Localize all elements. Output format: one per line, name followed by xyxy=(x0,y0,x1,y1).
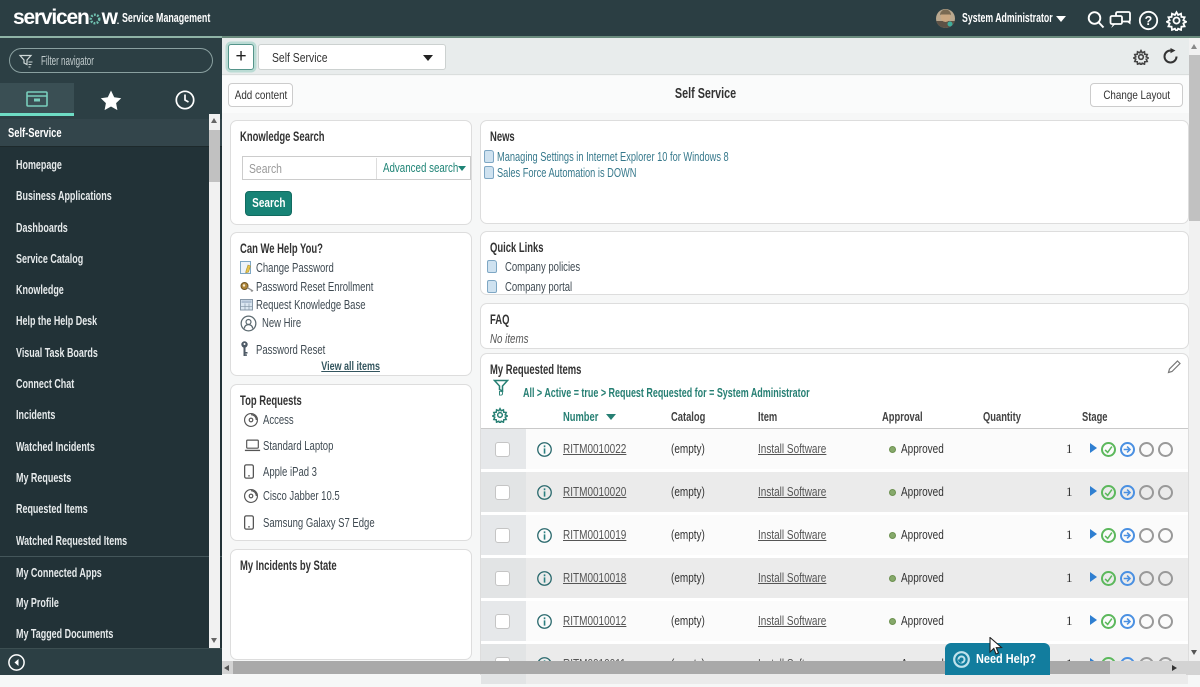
svg-text:?: ? xyxy=(1145,14,1153,28)
svg-text:D: D xyxy=(499,391,504,398)
